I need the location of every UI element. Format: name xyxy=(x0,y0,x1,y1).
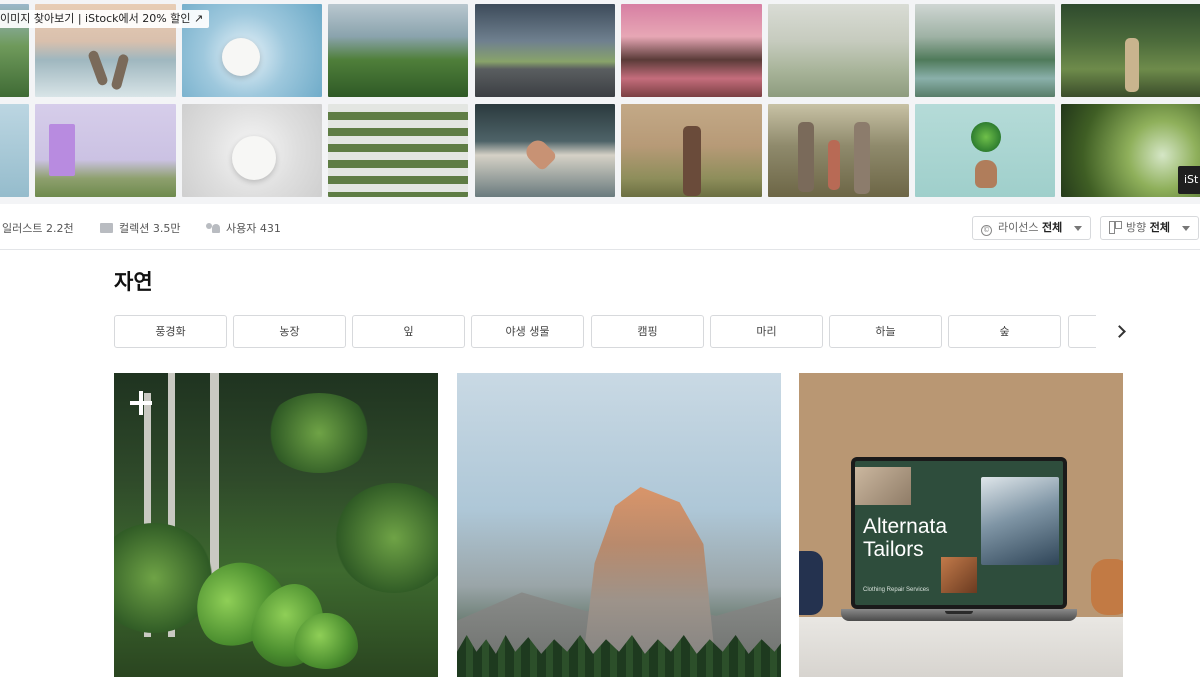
chevron-right-icon[interactable] xyxy=(1108,319,1132,343)
fern-shape xyxy=(334,483,438,593)
person-shape xyxy=(828,140,840,190)
istock-badge[interactable]: iSt xyxy=(1178,166,1200,194)
pill-shape xyxy=(232,136,276,180)
stat-collections[interactable]: 컬렉션 3.5만 xyxy=(100,220,180,238)
license-filter-label: 라이선스 xyxy=(998,221,1039,234)
section-title: 자연 xyxy=(114,270,153,294)
laptop-notch xyxy=(945,611,973,614)
stat-users[interactable]: 사용자 431 xyxy=(206,220,281,238)
chip-category[interactable]: 마리 xyxy=(710,315,823,348)
laptop-screen-title: Alternata Tailors xyxy=(863,515,947,561)
person-shape xyxy=(87,49,109,87)
tree-shape xyxy=(971,122,1001,152)
thumb-image[interactable] xyxy=(35,104,176,197)
thumb-image[interactable] xyxy=(0,104,29,197)
screen-photo xyxy=(941,557,977,593)
chip-category[interactable]: 잎 xyxy=(352,315,465,348)
screen-photo xyxy=(855,467,911,505)
chip-category[interactable]: 하늘 xyxy=(829,315,942,348)
fern-shape xyxy=(264,393,374,473)
thumb-image[interactable] xyxy=(475,4,615,97)
copyright-circle-icon: © xyxy=(981,225,992,236)
thumb-image[interactable] xyxy=(768,104,909,197)
thumb-image[interactable] xyxy=(1061,4,1200,97)
yarn-shape xyxy=(1091,559,1123,615)
stat-users-label: 사용자 431 xyxy=(226,222,281,235)
orientation-filter-value: 전체 xyxy=(1149,221,1170,234)
caret-down-icon xyxy=(1181,225,1190,231)
thumb-image[interactable] xyxy=(328,104,468,197)
license-filter-value: 전체 xyxy=(1041,221,1063,234)
person-shape xyxy=(798,122,814,192)
stats-bar: 일러스트 2.2천 컬렉션 3.5만 사용자 431 © 라이선스 전체 방향 전… xyxy=(0,210,1200,250)
person-shape xyxy=(110,53,130,91)
laptop-screen-content: Alternata Tailors Clothing Repair Service… xyxy=(855,461,1063,605)
stat-illustrations[interactable]: 일러스트 2.2천 xyxy=(2,220,74,238)
thumb-image[interactable] xyxy=(915,104,1055,197)
yarn-shape xyxy=(799,551,823,615)
stat-collections-label: 컬렉션 3.5만 xyxy=(119,222,181,235)
pill-shape xyxy=(222,38,260,76)
layout-icon xyxy=(1109,221,1122,234)
chip-category[interactable]: 야생 생물 xyxy=(471,315,584,348)
photo-card-laptop[interactable]: Alternata Tailors Clothing Repair Service… xyxy=(799,373,1123,677)
folder-icon xyxy=(100,223,113,233)
caret-down-icon xyxy=(1073,225,1082,231)
promo-banner-link[interactable]: 이미지 찾아보기 | iStock에서 20% 할인 ↗ xyxy=(0,10,210,28)
stat-illustrations-label: 일러스트 2.2천 xyxy=(2,222,74,235)
laptop-screen-subtitle: Clothing Repair Services xyxy=(863,587,930,593)
license-filter-button[interactable]: © 라이선스 전체 xyxy=(972,216,1091,240)
chip-category[interactable]: 숲 xyxy=(948,315,1061,348)
person-shape xyxy=(1125,38,1139,92)
thumb-image[interactable] xyxy=(621,4,762,97)
brand-logo-icon xyxy=(130,391,152,415)
thumb-image[interactable] xyxy=(768,4,909,97)
hand-shape xyxy=(522,136,558,172)
chip-category[interactable]: 풍경화 xyxy=(114,315,227,348)
chip-category[interactable]: 농장 xyxy=(233,315,346,348)
orientation-filter-label: 방향 xyxy=(1126,221,1147,234)
orientation-filter-button[interactable]: 방향 전체 xyxy=(1100,216,1199,240)
person-shape xyxy=(683,126,701,196)
laptop-screen-title-line: Tailors xyxy=(863,538,924,561)
photo-card-forest[interactable] xyxy=(114,373,438,677)
leaf-shape xyxy=(294,613,358,669)
hand-shape xyxy=(975,160,997,188)
person-shape xyxy=(854,122,870,194)
chip-category[interactable] xyxy=(1068,315,1096,348)
door-shape xyxy=(49,124,75,176)
thumb-image[interactable] xyxy=(182,104,322,197)
users-icon xyxy=(206,223,220,233)
screen-photo xyxy=(981,477,1059,565)
thumb-image[interactable] xyxy=(328,4,468,97)
pedestal-shape xyxy=(799,617,1123,677)
thumb-image[interactable] xyxy=(475,104,615,197)
photo-card-mountain[interactable] xyxy=(457,373,781,677)
laptop-screen-title-line: Alternata xyxy=(863,515,948,538)
image-strip: 이미지 찾아보기 | iStock에서 20% 할인 ↗ iSt xyxy=(0,0,1200,204)
thumb-image[interactable] xyxy=(621,104,762,197)
chip-category[interactable]: 캠핑 xyxy=(591,315,704,348)
laptop-screen: Alternata Tailors Clothing Repair Service… xyxy=(851,457,1067,609)
category-chips: 풍경화 농장 잎 야생 생물 캠핑 마리 하늘 숲 xyxy=(114,315,1096,348)
thumb-image[interactable] xyxy=(915,4,1055,97)
